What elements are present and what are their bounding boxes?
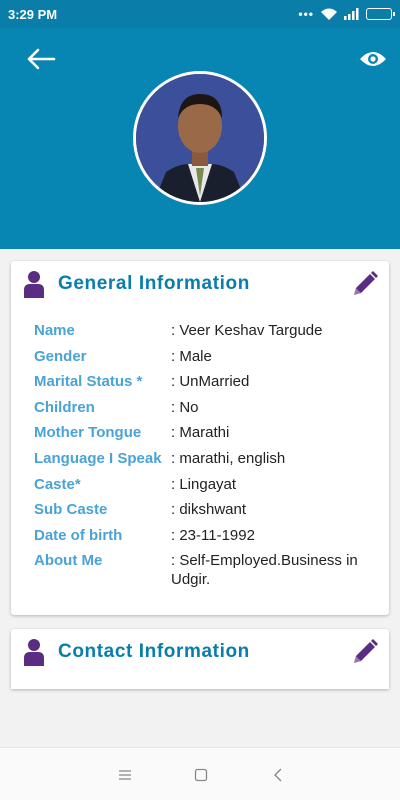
info-value: : Male bbox=[171, 347, 212, 365]
wifi-icon bbox=[321, 8, 337, 20]
eye-icon bbox=[360, 52, 386, 66]
dots-icon: ••• bbox=[298, 7, 314, 21]
profile-photo-image bbox=[136, 74, 264, 202]
general-information-card: General Information Name : Veer Keshav T… bbox=[11, 261, 389, 615]
info-row-sub-caste: Sub Caste : dikshwant bbox=[34, 500, 374, 526]
general-information-title: General Information bbox=[58, 273, 250, 294]
contact-information-title: Contact Information bbox=[58, 641, 250, 662]
info-row-name: Name : Veer Keshav Targude bbox=[34, 321, 374, 347]
back-button[interactable] bbox=[24, 44, 58, 74]
status-time: 3:29 PM bbox=[8, 6, 58, 22]
info-value: : Self-Employed.Business in Udgir. bbox=[171, 552, 358, 589]
info-row-caste: Caste* : Lingayat bbox=[34, 475, 374, 501]
contact-information-card: Contact Information bbox=[11, 629, 389, 689]
signal-icon bbox=[344, 8, 359, 20]
general-information-list: Name : Veer Keshav Targude Gender : Male… bbox=[34, 321, 374, 595]
system-navigation-bar bbox=[0, 747, 400, 800]
info-value: : No bbox=[171, 398, 199, 416]
profile-photo[interactable] bbox=[133, 71, 267, 205]
pencil-icon bbox=[354, 271, 378, 295]
profile-header bbox=[0, 28, 400, 249]
info-label: Mother Tongue bbox=[34, 424, 142, 442]
info-label: Children bbox=[34, 398, 95, 416]
pencil-icon bbox=[354, 639, 378, 663]
contact-information-header: Contact Information bbox=[11, 629, 389, 675]
info-value: : 23-11-1992 bbox=[171, 526, 255, 544]
info-row-gender: Gender : Male bbox=[34, 347, 374, 373]
info-row-about-me: About Me : Self-Employed.Business in Udg… bbox=[34, 551, 374, 595]
info-label: Date of birth bbox=[34, 526, 123, 544]
info-value: : Marathi bbox=[171, 424, 230, 442]
person-icon bbox=[24, 271, 44, 298]
info-label: Marital Status * bbox=[34, 373, 143, 391]
info-row-date-of-birth: Date of birth : 23-11-1992 bbox=[34, 526, 374, 552]
info-value: : dikshwant bbox=[171, 501, 247, 519]
back-nav-button[interactable] bbox=[268, 766, 288, 784]
info-value: : marathi, english bbox=[171, 449, 286, 467]
info-row-mother-tongue: Mother Tongue : Marathi bbox=[34, 423, 374, 449]
info-row-children: Children : No bbox=[34, 398, 374, 424]
info-value: : Veer Keshav Targude bbox=[171, 322, 323, 339]
info-label: Language I Speak bbox=[34, 449, 162, 467]
info-value: : UnMarried bbox=[171, 373, 250, 391]
info-label: Caste* bbox=[34, 475, 81, 493]
arrow-left-icon bbox=[27, 48, 56, 70]
view-profile-button[interactable] bbox=[356, 44, 390, 74]
info-label: Gender bbox=[34, 347, 87, 365]
info-label: About Me bbox=[34, 552, 103, 570]
square-icon bbox=[194, 768, 208, 782]
battery-icon bbox=[366, 8, 395, 20]
home-nav-button[interactable] bbox=[191, 766, 211, 784]
status-bar: 3:29 PM ••• bbox=[0, 0, 400, 28]
info-label: Name bbox=[34, 322, 75, 339]
chevron-left-icon bbox=[274, 768, 282, 782]
info-label: Sub Caste bbox=[34, 501, 108, 519]
edit-contact-button[interactable] bbox=[349, 636, 381, 668]
menu-icon bbox=[119, 770, 131, 780]
menu-nav-button[interactable] bbox=[115, 766, 135, 784]
status-icons: ••• bbox=[298, 7, 395, 21]
info-row-marital-status: Marital Status * : UnMarried bbox=[34, 372, 374, 398]
info-row-language: Language I Speak : marathi, english bbox=[34, 449, 374, 475]
info-value: : Lingayat bbox=[171, 475, 237, 493]
person-icon bbox=[24, 639, 44, 666]
general-information-header: General Information bbox=[11, 261, 389, 307]
edit-general-button[interactable] bbox=[349, 268, 381, 300]
